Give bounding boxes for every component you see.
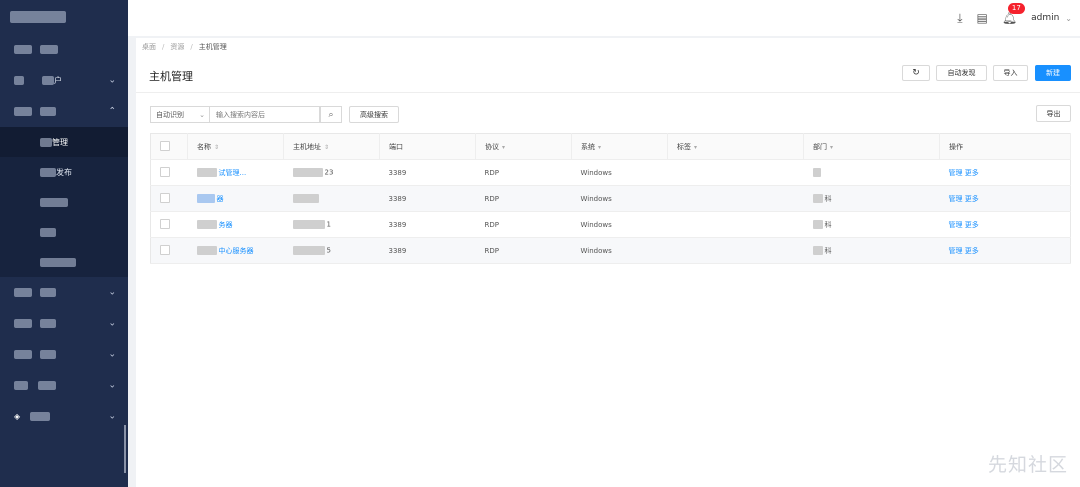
sidebar-item-label: 户 xyxy=(54,76,62,85)
row-checkbox[interactable] xyxy=(150,159,188,186)
column-system[interactable]: 系统 ▾ xyxy=(571,133,668,160)
sidebar-subitem-publish[interactable]: 发布 xyxy=(0,157,128,187)
refresh-icon: ↻ xyxy=(912,68,920,78)
table-header-row: 名称 ⇕ 主机地址 ⇕ 端口 协议 ▾ 系统 ▾ 标签 ▾ 部门 ▾ 操作 xyxy=(150,133,1071,160)
search-input[interactable] xyxy=(210,106,320,123)
sidebar-item-8[interactable]: ⌄ xyxy=(0,339,128,370)
column-port: 端口 xyxy=(379,133,476,160)
chevron-down-icon: ⌄ xyxy=(108,318,116,328)
sidebar-item-user[interactable]: 户 ⌄ xyxy=(0,65,128,96)
import-button[interactable]: 导入 xyxy=(993,65,1028,81)
manage-link[interactable]: 管理 xyxy=(949,195,963,203)
logo xyxy=(0,0,128,34)
document-icon[interactable]: ▤ xyxy=(977,11,988,25)
user-menu[interactable]: admin xyxy=(1031,13,1059,23)
chevron-down-icon: ⌄ xyxy=(108,349,116,359)
shield-icon: ◈ xyxy=(14,412,21,421)
chevron-down-icon: ⌄ xyxy=(108,411,116,421)
breadcrumb: 桌面 / 资源 / 主机管理 xyxy=(142,43,227,51)
chevron-down-icon: ⌄ xyxy=(108,75,116,85)
column-actions: 操作 xyxy=(939,133,1071,160)
table-row: 中心服务器 5 3389 RDP Windows 科 管理 更多 xyxy=(150,237,1071,264)
chevron-down-icon: ⌄ xyxy=(199,110,205,119)
new-button[interactable]: 新建 xyxy=(1035,65,1071,81)
sidebar-item-6[interactable]: ⌄ xyxy=(0,277,128,308)
column-protocol[interactable]: 协议 ▾ xyxy=(475,133,572,160)
sidebar-item-9[interactable]: ⌄ xyxy=(0,370,128,401)
sidebar-subitem-4[interactable] xyxy=(0,217,128,247)
host-name-link[interactable]: 务器 xyxy=(219,221,233,229)
watermark: 先知社区 xyxy=(987,454,1068,476)
row-checkbox[interactable] xyxy=(150,185,188,212)
top-header: ⤓ ▤ 🔔︎ 17 admin ⌄ xyxy=(128,0,1080,36)
table-row: 务器 1 3389 RDP Windows 科 管理 更多 xyxy=(150,211,1071,238)
host-name-link[interactable]: 器 xyxy=(217,195,224,203)
manage-link[interactable]: 管理 xyxy=(949,247,963,255)
refresh-button[interactable]: ↻ xyxy=(902,65,930,81)
auto-discover-button[interactable]: 自动发现 xyxy=(936,65,987,81)
export-button[interactable]: 导出 xyxy=(1036,105,1071,122)
sidebar: 户 ⌄ ⌃ 管理 发布 ⌄ ⌄ ⌄ ⌄ ◈ ⌄ xyxy=(0,0,128,487)
more-link[interactable]: 更多 xyxy=(965,221,979,229)
divider xyxy=(136,92,1080,93)
search-icon: ⌕ xyxy=(328,109,334,120)
manage-link[interactable]: 管理 xyxy=(949,221,963,229)
download-icon[interactable]: ⤓ xyxy=(957,11,962,26)
breadcrumb-item[interactable]: 桌面 xyxy=(142,43,156,51)
more-link[interactable]: 更多 xyxy=(965,247,979,255)
column-tag[interactable]: 标签 ▾ xyxy=(667,133,804,160)
more-link[interactable]: 更多 xyxy=(965,195,979,203)
row-checkbox[interactable] xyxy=(150,211,188,238)
breadcrumb-current: 主机管理 xyxy=(198,43,227,51)
host-table: 名称 ⇕ 主机地址 ⇕ 端口 协议 ▾ 系统 ▾ 标签 ▾ 部门 ▾ 操作 试管理... 2… xyxy=(150,133,1071,264)
sidebar-scrollbar[interactable] xyxy=(124,425,126,473)
host-name-link[interactable]: 试管理... xyxy=(219,169,247,177)
sidebar-item-resources[interactable]: ⌃ xyxy=(0,96,128,127)
page-title: 主机管理 xyxy=(149,70,193,83)
sidebar-subitem-host-management[interactable]: 管理 xyxy=(0,127,128,157)
chevron-down-icon: ⌄ xyxy=(108,287,116,297)
chevron-up-icon: ⌃ xyxy=(108,106,116,116)
chevron-down-icon[interactable]: ⌄ xyxy=(1065,14,1072,23)
host-name-link[interactable]: 中心服务器 xyxy=(219,247,254,255)
row-checkbox[interactable] xyxy=(150,237,188,264)
search-type-select[interactable]: 自动识别 ⌄ xyxy=(150,106,210,123)
column-address[interactable]: 主机地址 ⇕ xyxy=(283,133,380,160)
more-link[interactable]: 更多 xyxy=(965,169,979,177)
sidebar-submenu: 管理 发布 xyxy=(0,127,128,277)
notification-badge: 17 xyxy=(1007,3,1025,14)
main-panel: 桌面/资源/主机管理 主机管理 ↻ 自动发现 导入 新建 自动识别⌄ ⌕ 高级搜… xyxy=(136,38,1080,487)
chevron-down-icon: ⌄ xyxy=(108,380,116,390)
sidebar-item-10[interactable]: ◈ ⌄ xyxy=(0,401,128,432)
column-dept[interactable]: 部门 ▾ xyxy=(803,133,940,160)
search-button[interactable]: ⌕ xyxy=(320,106,342,123)
manage-link[interactable]: 管理 xyxy=(949,169,963,177)
advanced-search-button[interactable]: 高级搜索 xyxy=(349,106,399,123)
select-all-checkbox[interactable] xyxy=(150,133,188,160)
column-name[interactable]: 名称 ⇕ xyxy=(187,133,284,160)
sidebar-subitem-5[interactable] xyxy=(0,247,128,277)
table-row: 试管理... 23 3389 RDP Windows 管理 更多 xyxy=(150,159,1071,186)
sidebar-item-7[interactable]: ⌄ xyxy=(0,308,128,339)
sidebar-item-1[interactable] xyxy=(0,34,128,65)
bell-icon[interactable]: 🔔︎ 17 xyxy=(1002,3,1025,25)
sidebar-subitem-3[interactable] xyxy=(0,187,128,217)
breadcrumb-item[interactable]: 资源 xyxy=(170,43,184,51)
table-row: 器 3389 RDP Windows 科 管理 更多 xyxy=(150,185,1071,212)
